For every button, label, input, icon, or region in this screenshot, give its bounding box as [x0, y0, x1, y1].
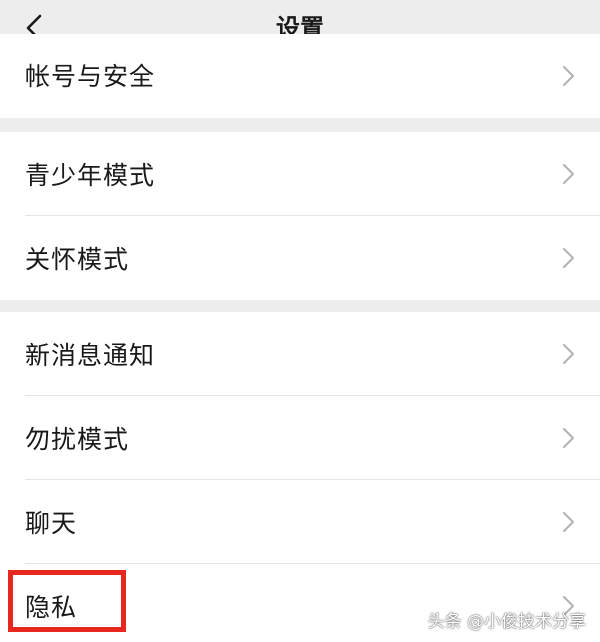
- row-label: 勿扰模式: [25, 425, 130, 454]
- row-do-not-disturb[interactable]: 勿扰模式: [0, 396, 600, 480]
- chevron-right-icon: [563, 512, 574, 532]
- settings-page: 设置 帐号与安全 青少年模式 关怀模式 新消息通知 勿扰模式 聊天 隐私 头条 …: [0, 0, 600, 642]
- chevron-right-icon: [563, 164, 574, 184]
- chevron-right-icon: [563, 66, 574, 86]
- row-new-message-notification[interactable]: 新消息通知: [0, 312, 600, 396]
- settings-group-account: 帐号与安全: [0, 34, 600, 118]
- row-label: 聊天: [25, 509, 78, 538]
- row-chat[interactable]: 聊天: [0, 480, 600, 564]
- settings-group-modes: 青少年模式 关怀模式: [0, 132, 600, 300]
- row-label: 新消息通知: [25, 341, 156, 370]
- privacy-highlight-box: [8, 570, 126, 632]
- chevron-right-icon: [563, 248, 574, 268]
- row-label: 帐号与安全: [25, 62, 156, 91]
- row-label: 关怀模式: [25, 245, 130, 274]
- chevron-right-icon: [563, 344, 574, 364]
- row-account-security[interactable]: 帐号与安全: [0, 34, 600, 118]
- row-care-mode[interactable]: 关怀模式: [0, 216, 600, 300]
- row-label: 青少年模式: [25, 161, 156, 190]
- watermark: 头条 @小俊技术分享: [427, 612, 586, 632]
- row-youth-mode[interactable]: 青少年模式: [0, 132, 600, 216]
- chevron-right-icon: [563, 428, 574, 448]
